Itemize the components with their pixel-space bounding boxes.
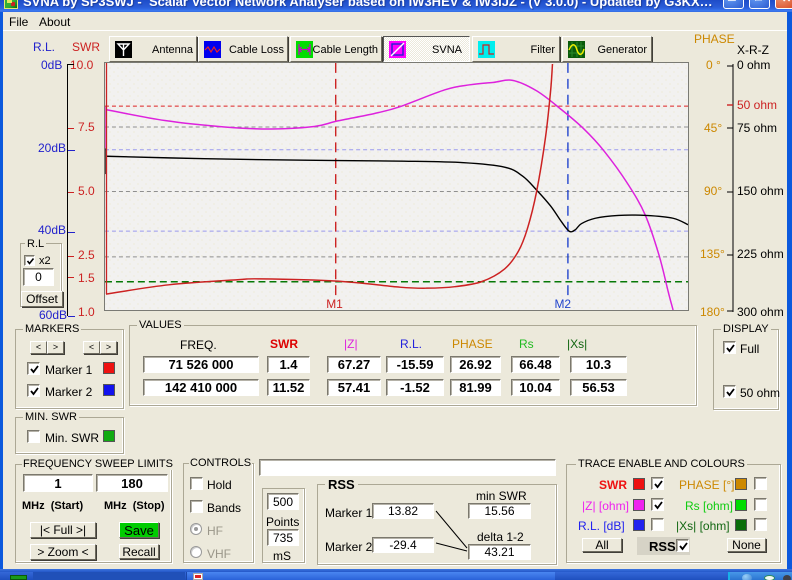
svg-text:M1: M1 — [326, 297, 343, 311]
svg-text:M2: M2 — [554, 297, 571, 311]
